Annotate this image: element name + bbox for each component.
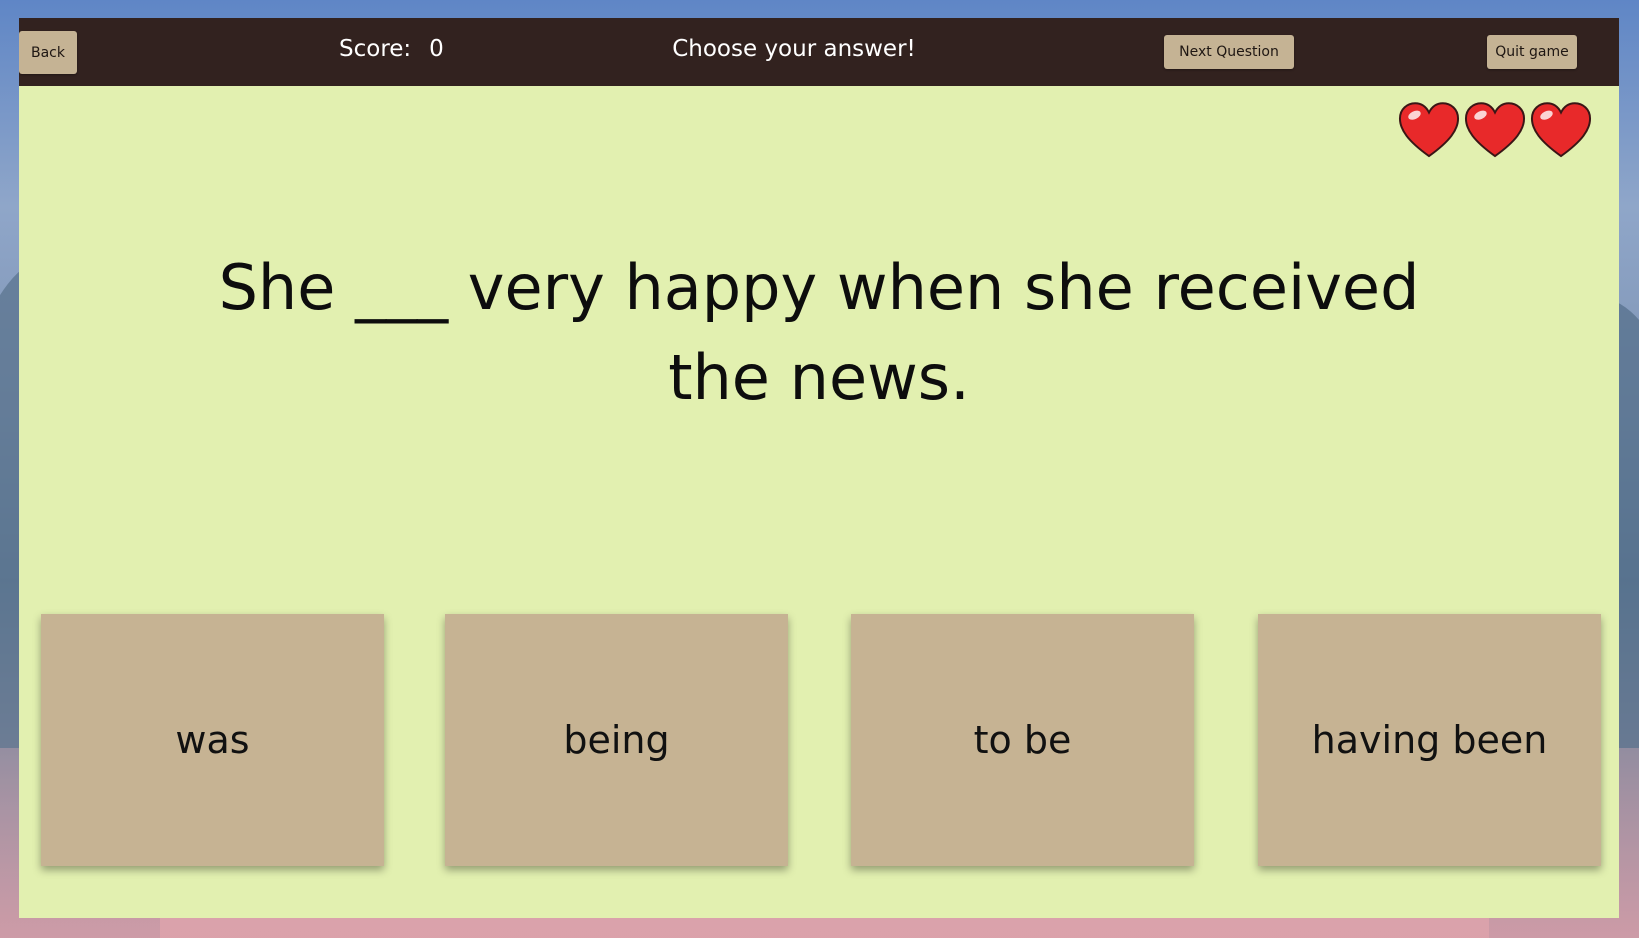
answer-options: was being to be having been (41, 614, 1601, 866)
next-question-button[interactable]: Next Question (1164, 35, 1294, 69)
score-display: Score: 0 (339, 36, 444, 62)
answer-option-being[interactable]: being (445, 614, 788, 866)
heart-icon (1398, 102, 1460, 158)
answer-option-having-been[interactable]: having been (1258, 614, 1601, 866)
heart-icon (1464, 102, 1526, 158)
answer-option-to-be[interactable]: to be (851, 614, 1194, 866)
quit-game-button[interactable]: Quit game (1487, 35, 1577, 69)
back-button[interactable]: Back (19, 31, 77, 74)
question-text: She ___ very happy when she received the… (218, 251, 1420, 414)
heart-icon (1530, 102, 1592, 158)
score-label: Score: (339, 36, 412, 62)
answer-option-was[interactable]: was (41, 614, 384, 866)
score-value: 0 (429, 36, 444, 62)
lives-display (1396, 98, 1594, 164)
instruction-text: Choose your answer! (672, 36, 916, 62)
top-toolbar: Back Score: 0 Choose your answer! Next Qu… (19, 18, 1619, 86)
quiz-game-window: Back Score: 0 Choose your answer! Next Qu… (19, 18, 1619, 918)
